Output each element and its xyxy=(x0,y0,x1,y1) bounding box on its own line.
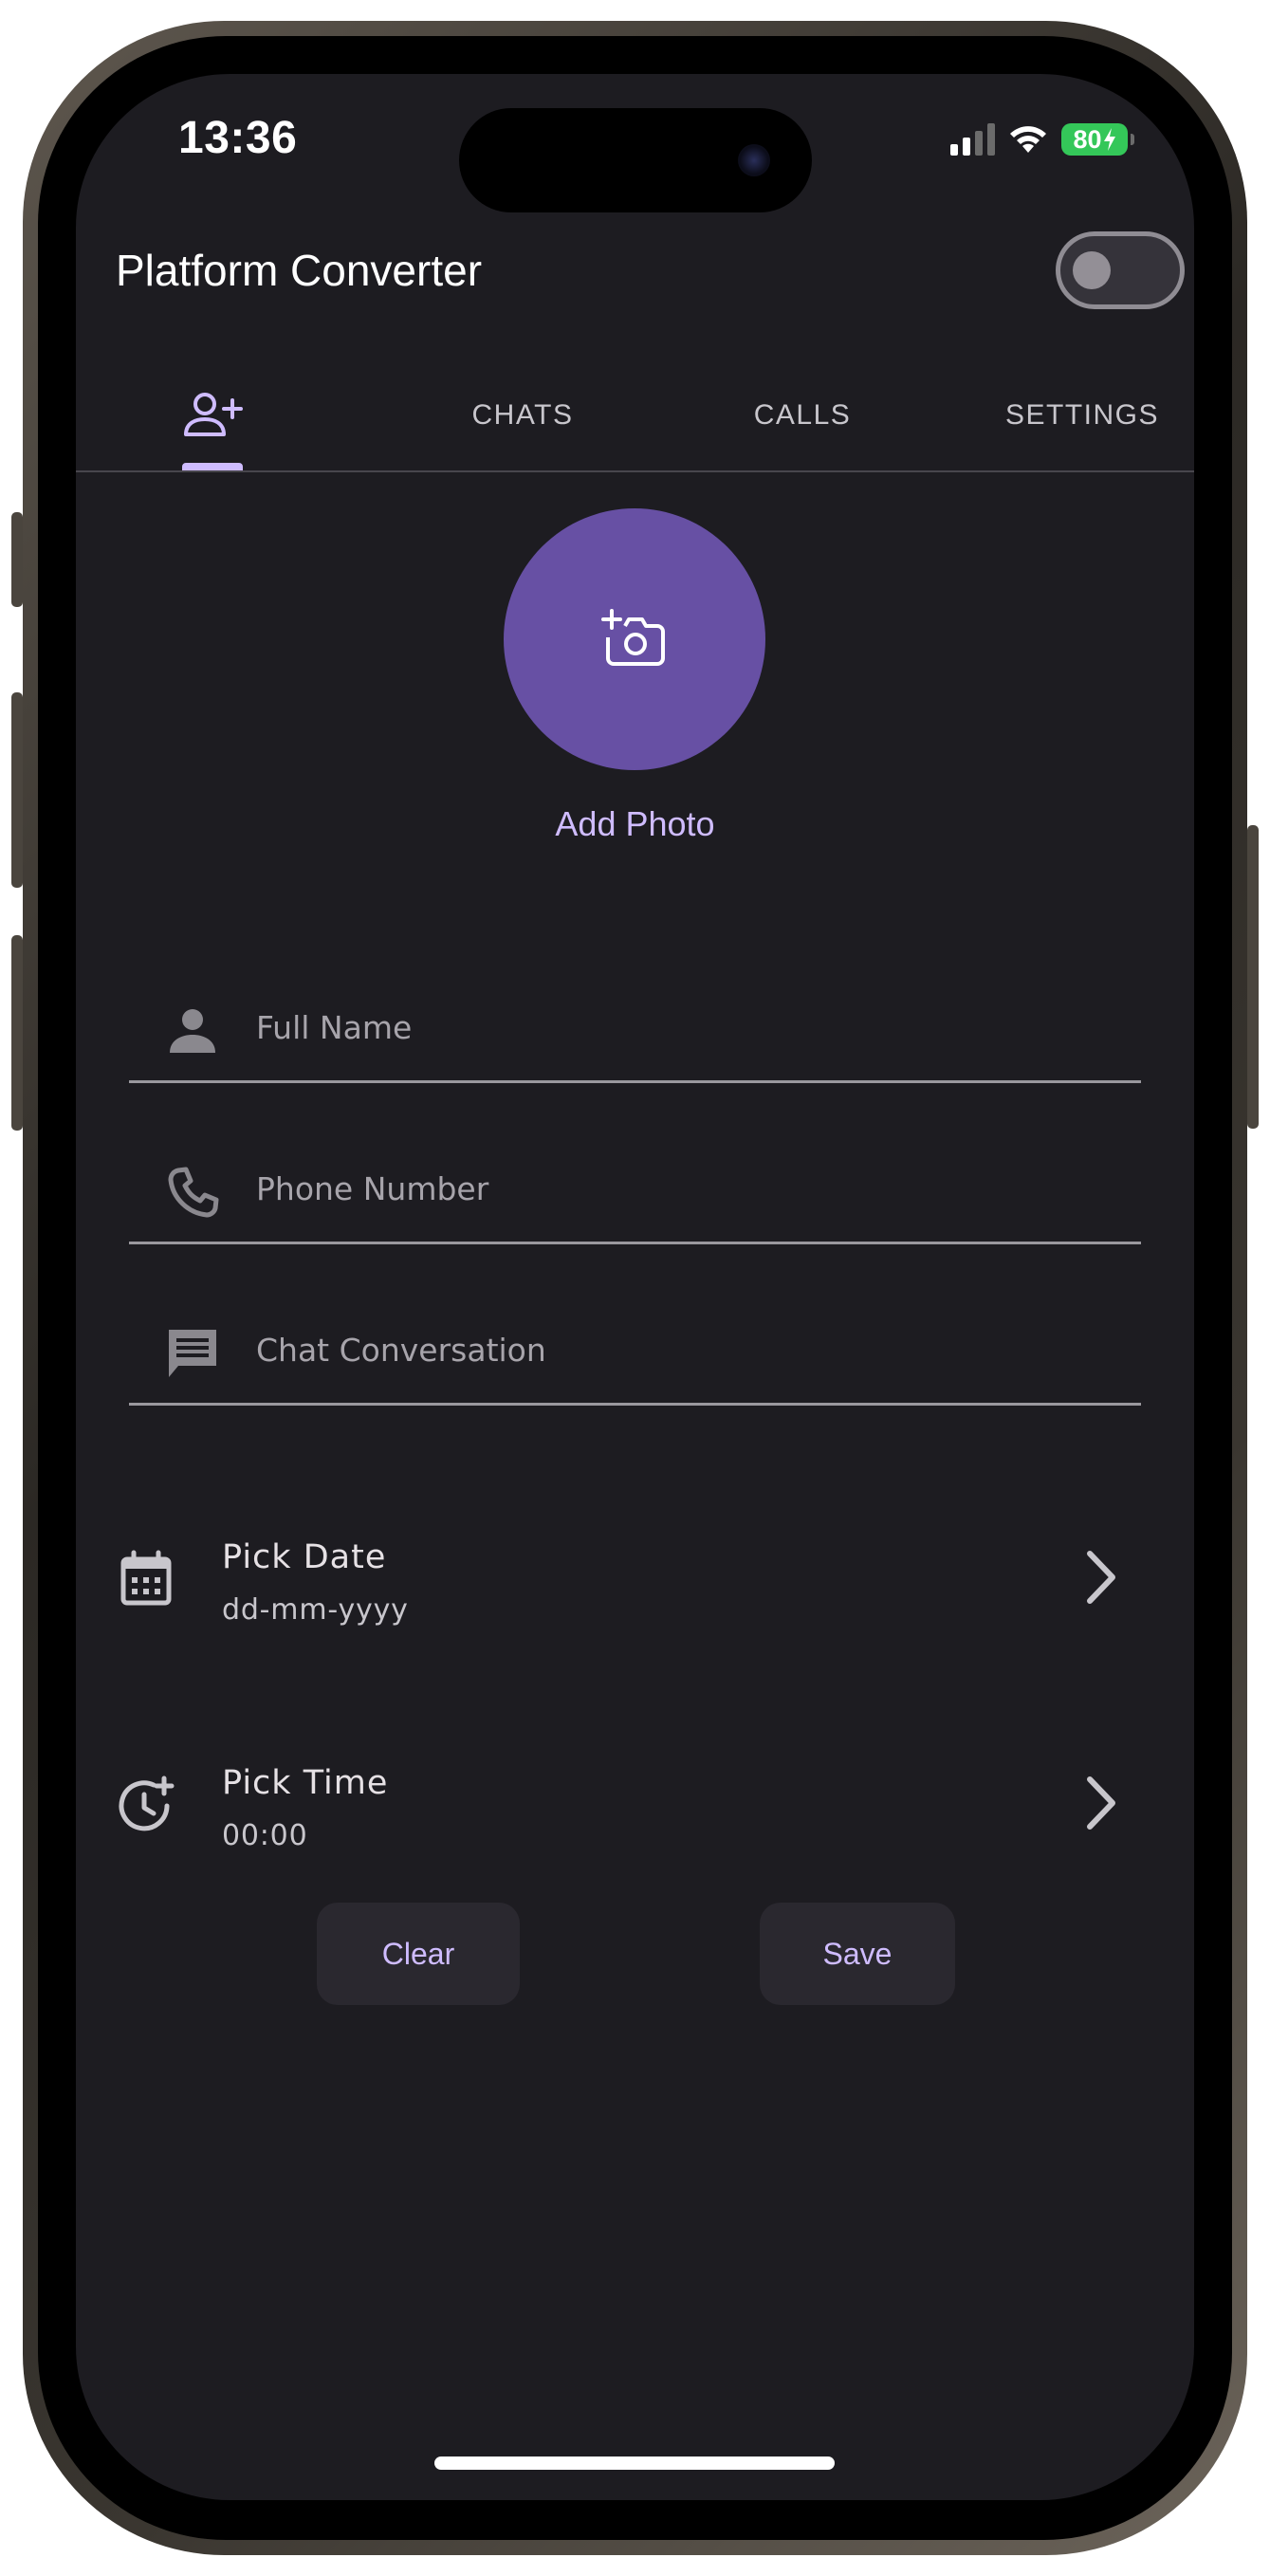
power-button xyxy=(1247,825,1259,1129)
phone-number-input[interactable] xyxy=(254,1161,1112,1216)
volume-up-button xyxy=(11,692,23,888)
chat-icon xyxy=(169,1330,216,1377)
chat-conversation-input[interactable] xyxy=(254,1322,1112,1377)
pick-date-value: dd-mm-yyyy xyxy=(222,1593,409,1627)
chevron-right-icon xyxy=(1087,1551,1115,1604)
calendar-icon xyxy=(120,1550,172,1606)
theme-toggle-switch[interactable] xyxy=(1056,231,1185,309)
save-button[interactable]: Save xyxy=(760,1903,955,2005)
front-camera xyxy=(738,144,770,176)
dynamic-island xyxy=(459,108,812,212)
add-photo-button[interactable] xyxy=(504,508,765,770)
tab-calls[interactable]: CALLS xyxy=(698,359,907,472)
clear-button[interactable]: Clear xyxy=(317,1903,520,2005)
status-time: 13:36 xyxy=(178,113,298,163)
action-button xyxy=(11,512,23,607)
app-screen: 13:36 80 Platform Converter CHATS CALLS … xyxy=(76,74,1194,2500)
cellular-signal-icon xyxy=(950,123,995,156)
battery-level: 80 xyxy=(1073,124,1102,154)
full-name-input[interactable] xyxy=(254,1000,1112,1055)
phone-mockup: 13:36 80 Platform Converter CHATS CALLS … xyxy=(0,0,1270,2576)
charging-bolt-icon xyxy=(1103,128,1115,151)
wifi-icon xyxy=(1010,126,1046,153)
tab-add-contact[interactable] xyxy=(127,359,298,472)
pick-date-item[interactable]: Pick Date dd-mm-yyyy xyxy=(76,1504,1194,1656)
tab-divider xyxy=(76,470,1194,472)
phone-icon xyxy=(168,1167,219,1218)
person-icon xyxy=(170,1009,215,1053)
pick-time-value: 00:00 xyxy=(222,1819,308,1852)
home-indicator[interactable] xyxy=(434,2456,835,2470)
tab-bar: CHATS CALLS SETTINGS xyxy=(76,359,1194,472)
tab-chats[interactable]: CHATS xyxy=(418,359,627,472)
status-icons: 80 xyxy=(950,123,1134,156)
battery-icon: 80 xyxy=(1061,123,1134,156)
pick-date-title: Pick Date xyxy=(222,1538,387,1576)
person-add-icon xyxy=(184,393,243,436)
add-a-photo-icon xyxy=(601,609,665,666)
full-name-field[interactable] xyxy=(129,969,1141,1083)
phone-number-field[interactable] xyxy=(129,1131,1141,1244)
switch-thumb xyxy=(1073,251,1111,289)
app-title: Platform Converter xyxy=(116,246,483,295)
add-photo-label[interactable]: Add Photo xyxy=(76,804,1194,844)
schedule-add-icon xyxy=(119,1776,175,1831)
volume-down-button xyxy=(11,935,23,1131)
tab-settings[interactable]: SETTINGS xyxy=(968,359,1194,472)
tab-indicator xyxy=(182,463,243,470)
pick-time-title: Pick Time xyxy=(222,1764,389,1802)
chevron-right-icon xyxy=(1087,1776,1115,1830)
chat-conversation-field[interactable] xyxy=(129,1292,1141,1406)
pick-time-item[interactable]: Pick Time 00:00 xyxy=(76,1730,1194,1882)
